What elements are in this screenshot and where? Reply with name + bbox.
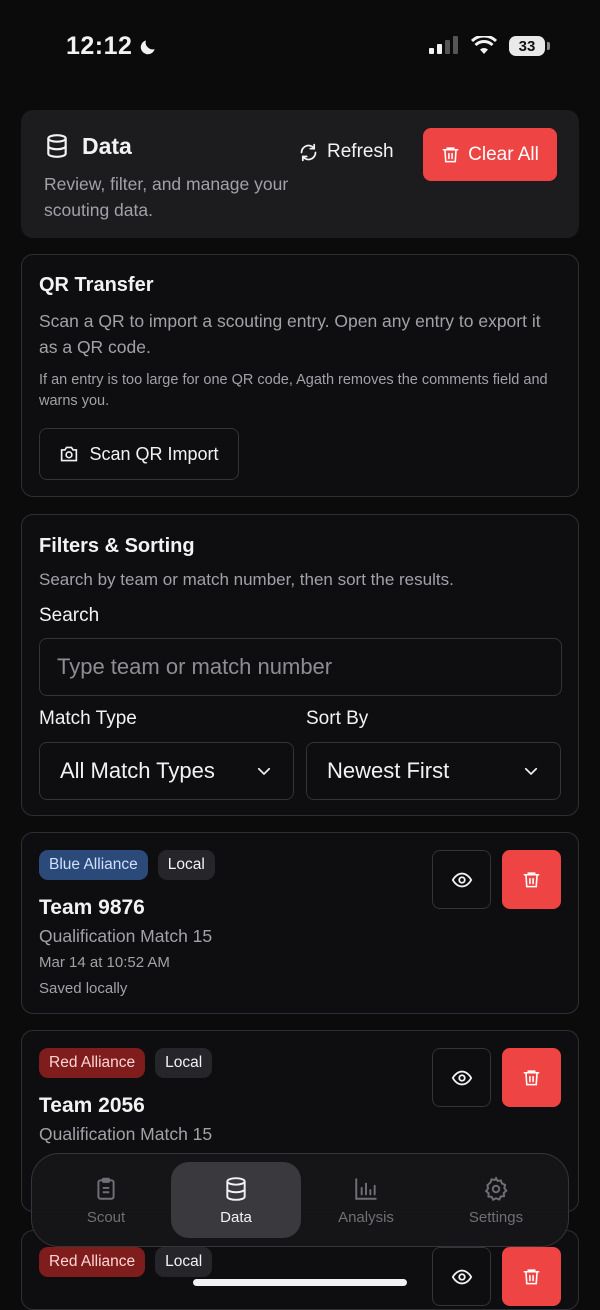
nav-label: Scout [86, 1208, 126, 1226]
page-title-text: Data [82, 132, 132, 159]
trash-icon [523, 1070, 540, 1086]
source-badge: Local [157, 850, 215, 880]
view-entry-button[interactable] [432, 1247, 491, 1306]
camera-icon [61, 446, 78, 462]
moon-icon [141, 39, 156, 54]
wifi-icon [471, 36, 497, 54]
refresh-label: Refresh [327, 141, 394, 162]
eye-icon [451, 872, 472, 887]
qr-transfer-description: Scan a QR to import a scouting entry. Op… [39, 311, 541, 357]
eye-icon [451, 1269, 472, 1284]
chevron-down-icon [257, 767, 271, 776]
entry-badges: Red Alliance Local [39, 1247, 213, 1277]
source-badge: Local [155, 1048, 213, 1078]
entry-badges: Blue Alliance Local [39, 850, 215, 880]
database-icon [47, 134, 67, 158]
entry-team: Team 2056 [39, 1094, 145, 1117]
status-icons: 33 [429, 36, 550, 56]
home-indicator[interactable] [193, 1279, 407, 1286]
chevron-down-icon [524, 767, 538, 776]
qr-transfer-title: QR Transfer [39, 274, 154, 296]
clear-all-button[interactable]: Clear All [423, 128, 557, 181]
view-entry-button[interactable] [432, 850, 491, 909]
alliance-badge: Red Alliance [39, 1247, 146, 1277]
status-time: 12:12 [66, 32, 158, 61]
battery-indicator: 33 [509, 36, 545, 56]
clock-label: 12:12 [66, 32, 133, 60]
delete-entry-button[interactable] [502, 1247, 561, 1306]
entry-match: Qualification Match 15 [39, 1124, 213, 1144]
sort-by-select[interactable]: Newest First [306, 742, 561, 800]
view-entry-button[interactable] [432, 1048, 491, 1107]
entry-status: Saved locally [39, 980, 128, 997]
qr-transfer-note: If an entry is too large for one QR code… [39, 372, 548, 409]
match-type-value: All Match Types [60, 758, 215, 783]
delete-entry-button[interactable] [502, 1048, 561, 1107]
page-title: Data [44, 132, 132, 160]
search-input[interactable] [39, 638, 562, 696]
refresh-button[interactable]: Refresh [298, 141, 394, 163]
filters-description: Search by team or match number, then sor… [39, 570, 454, 589]
alliance-badge: Red Alliance [39, 1048, 146, 1078]
entry-team: Team 9876 [39, 896, 145, 919]
nav-item-analysis[interactable]: Analysis [301, 1154, 431, 1246]
signal-icon [429, 36, 458, 54]
nav-item-scout[interactable]: Scout [41, 1154, 171, 1246]
entry-match: Qualification Match 15 [39, 926, 213, 946]
search-label: Search [39, 605, 100, 626]
trash-icon [523, 872, 540, 888]
trash-icon [442, 147, 459, 163]
battery-tip [547, 42, 550, 50]
nav-label: Analysis [338, 1208, 394, 1226]
bar-chart-icon [355, 1177, 377, 1200]
scan-qr-import-button[interactable]: Scan QR Import [39, 428, 239, 480]
match-type-label: Match Type [39, 708, 137, 729]
sort-by-label: Sort By [306, 708, 369, 729]
scan-qr-import-label: Scan QR Import [89, 443, 219, 464]
delete-entry-button[interactable] [502, 850, 561, 909]
nav-item-settings[interactable]: Settings [431, 1154, 561, 1246]
entry-badges: Red Alliance Local [39, 1048, 213, 1078]
bottom-nav: Scout Data Analysis Settings [31, 1153, 569, 1247]
eye-icon [451, 1070, 472, 1085]
source-badge: Local [155, 1247, 213, 1277]
clear-all-label: Clear All [468, 143, 539, 165]
filters-title: Filters & Sorting [39, 535, 195, 557]
database-icon [226, 1176, 246, 1201]
clipboard-icon [97, 1177, 115, 1200]
nav-label: Data [220, 1208, 252, 1226]
page-subtitle: Review, filter, and manage your scouting… [44, 174, 289, 220]
entry-time: Mar 14 at 10:52 AM [39, 954, 170, 971]
sort-by-value: Newest First [327, 758, 450, 783]
nav-label: Settings [468, 1208, 524, 1226]
trash-icon [523, 1269, 540, 1285]
nav-item-data[interactable]: Data [171, 1162, 301, 1238]
gear-icon [484, 1175, 508, 1201]
alliance-badge: Blue Alliance [39, 850, 148, 880]
match-type-select[interactable]: All Match Types [39, 742, 294, 800]
refresh-icon [300, 143, 317, 161]
